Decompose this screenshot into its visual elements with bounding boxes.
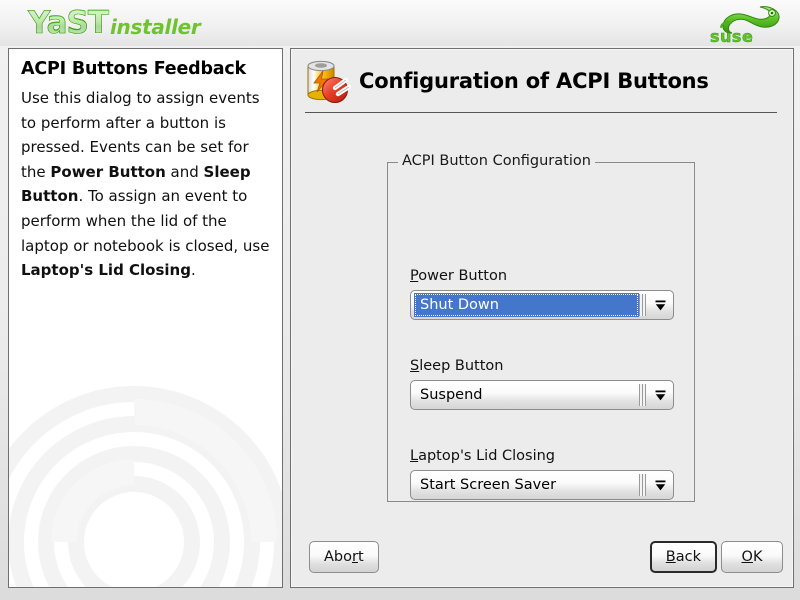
abort-button[interactable]: Abo r t [309, 541, 379, 573]
help-paragraph: Use this dialog to assign events to perf… [21, 89, 270, 280]
chevron-down-icon [655, 300, 665, 310]
yast-installer-window: YaST installer suse ACPI Buttons Feedbac… [0, 0, 800, 600]
suse-logo: suse [700, 1, 786, 46]
suse-swirl-watermark [9, 386, 282, 587]
combo-grip [639, 294, 646, 316]
label-laptop-lid-closing: Laptop's Lid Closing [410, 448, 556, 464]
yast-wordmark: YaST [28, 5, 110, 42]
label-power-button: Power Button [410, 268, 508, 284]
label-sleep-button: Sleep Button [410, 358, 504, 374]
acpi-button-configuration-group: ACPI Button Configuration Power Button S… [387, 153, 695, 502]
ok-button[interactable]: OK [721, 541, 783, 573]
combo-laptop-lid-closing[interactable]: Start Screen Saver [410, 470, 674, 500]
yast-logo: YaST installer [28, 3, 201, 43]
combo-power-button[interactable]: Shut Down [410, 290, 674, 320]
help-panel: ACPI Buttons Feedback Use this dialog to… [8, 48, 283, 588]
combo-laptop-lid-closing-value: Start Screen Saver [420, 477, 557, 493]
back-button[interactable]: Back [649, 541, 717, 573]
combo-laptop-lid-closing-arrow[interactable] [647, 471, 673, 499]
combo-grip [639, 474, 646, 496]
dialog-title: Configuration of ACPI Buttons [359, 69, 709, 93]
groupbox-title: ACPI Button Configuration [398, 153, 595, 169]
suse-wordmark: suse [710, 27, 754, 46]
dialog-panel: Configuration of ACPI Buttons ACPI Butto… [290, 48, 794, 588]
combo-grip [639, 384, 646, 406]
chevron-down-icon [655, 480, 665, 490]
help-title: ACPI Buttons Feedback [21, 59, 246, 79]
field-power-button: Power Button Shut Down [410, 268, 674, 320]
combo-sleep-button[interactable]: Suspend [410, 380, 674, 410]
field-laptop-lid-closing: Laptop's Lid Closing Start Screen Saver [410, 448, 674, 500]
combo-sleep-button-arrow[interactable] [647, 381, 673, 409]
combo-power-button-arrow[interactable] [647, 291, 673, 319]
combo-power-button-value: Shut Down [414, 293, 639, 317]
installer-wordmark: installer [110, 14, 201, 39]
combo-sleep-button-value: Suspend [420, 387, 483, 403]
header-separator [305, 112, 777, 113]
dialog-header: Configuration of ACPI Buttons [291, 49, 793, 113]
chevron-down-icon [655, 390, 665, 400]
field-sleep-button: Sleep Button Suspend [410, 358, 674, 410]
top-banner: YaST installer suse [0, 0, 800, 46]
dialog-button-row: Abo r t Back OK [291, 541, 793, 575]
acpi-battery-plug-icon [307, 60, 351, 103]
